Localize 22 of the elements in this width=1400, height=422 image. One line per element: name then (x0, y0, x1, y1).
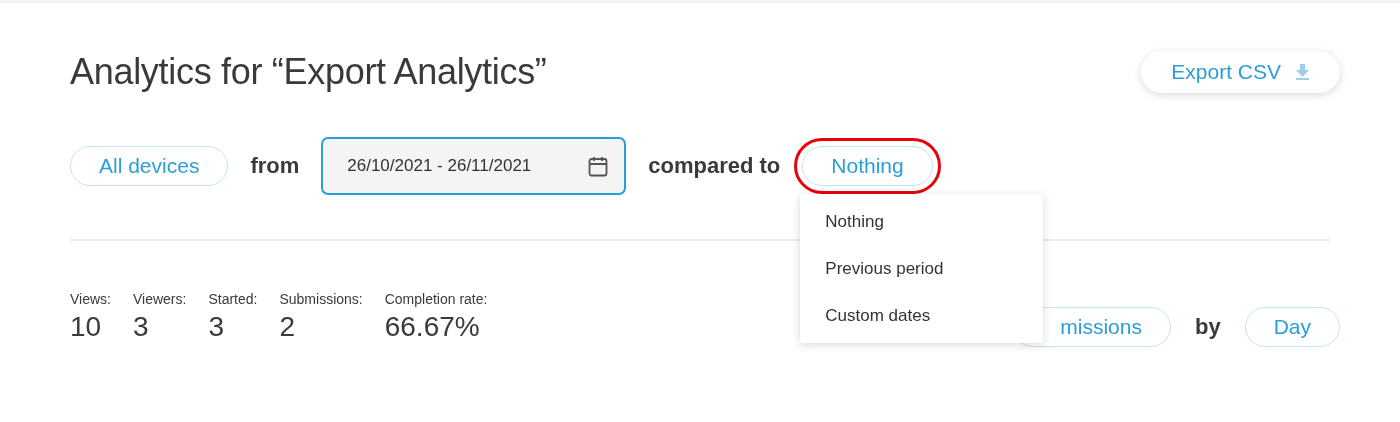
stat-label: Submissions: (279, 291, 363, 307)
stat-value: 10 (70, 311, 103, 343)
stat-label: Viewers: (133, 291, 187, 307)
compared-to-label: compared to (648, 153, 781, 179)
stat-value: 66.67% (384, 311, 481, 343)
stat-label: Started: (208, 291, 258, 307)
stat-label: Views: (70, 291, 111, 307)
date-range-field[interactable]: 26/10/2021 - 26/11/2021 (321, 137, 627, 195)
stat-value: 3 (133, 311, 150, 343)
calendar-icon (588, 155, 609, 177)
menu-item[interactable]: Previous period (800, 245, 1044, 292)
by-label: by (1194, 314, 1221, 340)
interval-button[interactable]: Day (1244, 307, 1340, 347)
export-csv-button[interactable]: Export CSV (1141, 51, 1340, 93)
stat-value: 2 (279, 311, 297, 343)
from-label: from (250, 153, 300, 179)
device-button[interactable]: All devices (70, 146, 229, 186)
page-title: Analytics for “Export Analytics” (70, 51, 547, 93)
stat-label: Completion rate: (384, 291, 488, 307)
stat-value: 3 (208, 311, 225, 343)
download-icon (1295, 64, 1310, 80)
menu-item[interactable]: Nothing (800, 198, 1044, 245)
